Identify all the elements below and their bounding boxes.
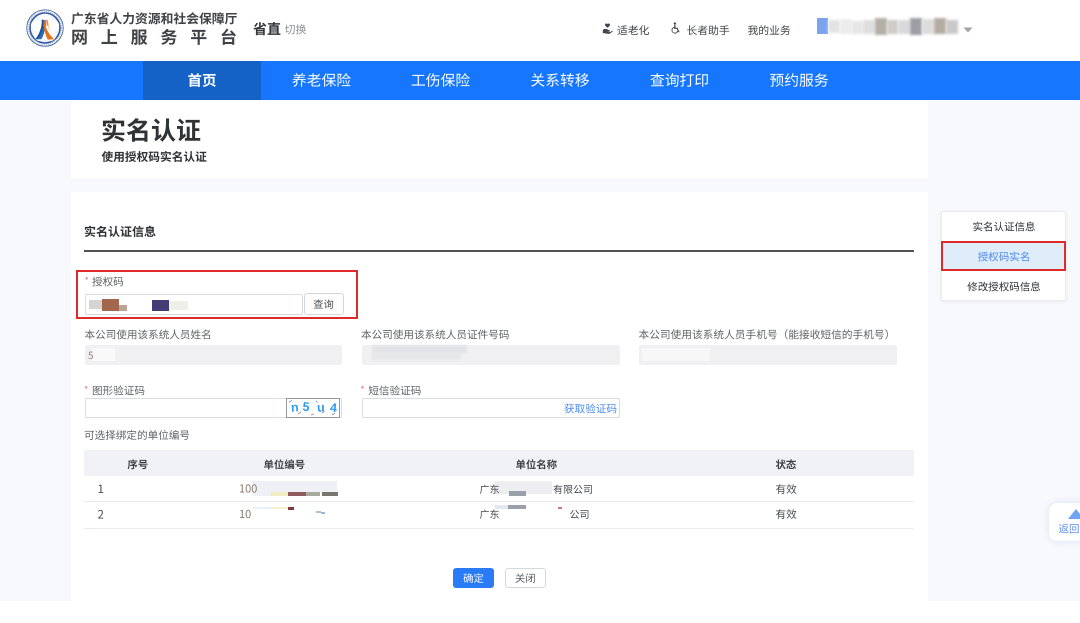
svg-text:5: 5 — [302, 399, 310, 414]
svg-text:4: 4 — [329, 400, 337, 415]
svg-text:u: u — [317, 400, 325, 414]
svg-text:n: n — [290, 400, 299, 414]
